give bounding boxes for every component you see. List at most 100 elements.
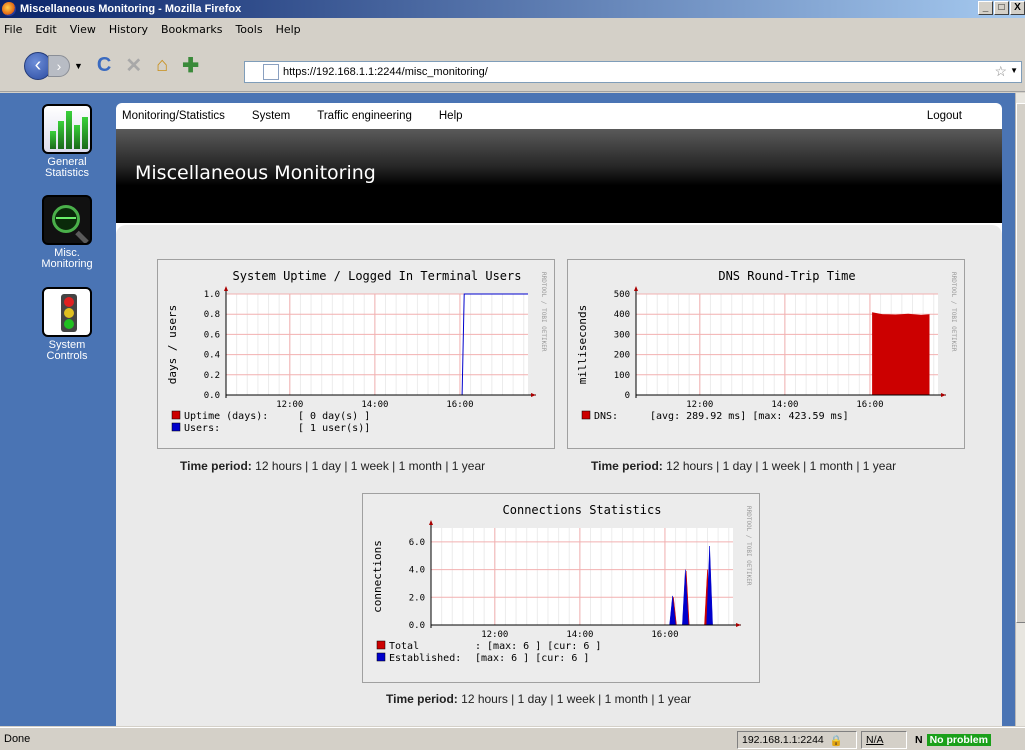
menu-bookmarks[interactable]: Bookmarks [161,23,222,36]
sidebar-label: Statistics [44,167,89,179]
legend-value: [ 0 day(s) ] [298,411,370,422]
x-axis-arrow [531,393,536,397]
lock-icon[interactable]: 🔒 [830,734,843,747]
menu-file[interactable]: File [4,23,22,36]
logout-link[interactable]: Logout [927,110,962,122]
menu-edit[interactable]: Edit [35,23,56,36]
y-axis-arrow [634,286,638,291]
forward-button[interactable]: › [48,54,70,77]
bar-chart-icon [42,104,92,154]
legend-swatch [376,640,386,650]
status-bar: Done 192.168.1.1:2244 🔒 N/A N No problem [0,727,1025,750]
connections-graph: 6.0 4.0 2.0 0.0 12:00 14:00 16:00 Connections S… [362,493,760,683]
menu-history[interactable]: History [109,23,148,36]
time-period-link-1-day[interactable]: 1 day [312,459,341,473]
time-period-link-12-hours[interactable]: 12 hours [461,692,508,706]
nav-monitoring-statistics[interactable]: Monitoring/Statistics [122,110,225,122]
menu-help[interactable]: Help [276,23,301,36]
time-period-link-1-week[interactable]: 1 week [557,692,595,706]
dns-graph: 500 400 300 200 100 0 12:00 14:00 16:00 DNS Round… [567,259,965,449]
y-axis-arrow [429,520,433,525]
y-tick-label: 400 [614,310,630,320]
x-tick-label: 14:00 [566,630,593,640]
y-tick-label: 0.2 [204,371,220,381]
y-tick-label: 500 [614,290,630,300]
scrollbar-thumb[interactable] [1016,103,1025,623]
nav-traffic-engineering[interactable]: Traffic engineering [317,110,412,122]
time-period-link-1-year[interactable]: 1 year [658,692,691,706]
minimize-button[interactable]: _ [978,1,993,15]
legend-name: DNS: [594,411,618,422]
sidebar-label: Controls [46,350,88,362]
separator: | [712,459,723,473]
time-period-link-1-year[interactable]: 1 year [452,459,485,473]
add-bookmark-icon[interactable]: ✚ [182,53,199,78]
separator: | [594,692,605,706]
legend-name: Established: [389,653,461,664]
nav-system[interactable]: System [252,110,290,122]
y-tick-label: 0.4 [204,351,220,361]
time-period-link-1-week[interactable]: 1 week [351,459,389,473]
page-title: Miscellaneous Monitoring [135,162,376,184]
y-axis-label: connections [371,540,384,613]
y-tick-label: 200 [614,351,630,361]
time-period-label: Time period: [386,692,458,706]
x-axis-arrow [941,393,946,397]
time-period-row-3: Time period: 12 hours | 1 day | 1 week |… [386,692,691,706]
series-area [872,312,930,395]
separator: | [547,692,557,706]
y-axis-arrow [224,286,228,291]
time-period-link-1-month[interactable]: 1 month [605,692,648,706]
y-tick-label: 4.0 [409,566,425,576]
reload-icon[interactable]: C [97,54,111,77]
vertical-scrollbar[interactable] [1015,93,1025,726]
legend-name: Users: [184,423,220,434]
time-period-link-1-month[interactable]: 1 month [399,459,442,473]
x-tick-label: 16:00 [446,400,473,410]
y-tick-label: 300 [614,330,630,340]
sidebar-item-system-controls[interactable]: System Controls [36,287,98,362]
url-bar[interactable]: https://192.168.1.1:2244/misc_monitoring… [244,61,1022,83]
legend-swatch [376,652,386,662]
time-period-link-1-day[interactable]: 1 day [518,692,547,706]
title-bar: Miscellaneous Monitoring - Mozilla Firef… [0,0,1025,18]
legend-swatch [581,410,591,420]
magnifier-icon [42,195,92,245]
star-icon[interactable]: ☆ [994,63,1007,80]
time-period-row-2: Time period: 12 hours | 1 day | 1 week |… [591,459,896,473]
menu-tools[interactable]: Tools [235,23,262,36]
menu-view[interactable]: View [70,23,96,36]
url-text[interactable]: https://192.168.1.1:2244/misc_monitoring… [283,66,488,78]
time-period-label: Time period: [591,459,663,473]
sidebar-item-general-statistics[interactable]: General Statistics [36,104,98,179]
rrdtool-watermark: RRDTOOL / TOBI OETIKER [950,272,957,352]
stop-icon[interactable]: ✕ [125,53,142,78]
y-axis-label: days / users [166,305,179,384]
y-tick-label: 0.0 [409,621,425,631]
uptime-graph: 1.0 0.8 0.6 0.4 0.2 0.0 12:00 14:00 16:00 System … [157,259,555,449]
menu-bar: File Edit View History Bookmarks Tools H… [0,18,1025,40]
close-button[interactable]: X [1010,1,1025,15]
separator: | [752,459,762,473]
y-tick-label: 0.0 [204,391,220,401]
x-tick-label: 12:00 [686,400,713,410]
url-dropdown-icon[interactable]: ▼ [1010,66,1018,75]
sidebar-item-misc-monitoring[interactable]: Misc. Monitoring [36,195,98,270]
y-tick-label: 2.0 [409,593,425,603]
time-period-link-1-week[interactable]: 1 week [762,459,800,473]
time-period-link-1-month[interactable]: 1 month [810,459,853,473]
uptime-chart-svg: 1.0 0.8 0.6 0.4 0.2 0.0 12:00 14:00 16:00 System … [166,269,547,434]
legend-value: [max: 6 ] [cur: 6 ] [475,653,589,664]
noscript-status[interactable]: N No problem [911,731,1021,749]
nav-help[interactable]: Help [439,110,463,122]
home-icon[interactable]: ⌂ [156,54,168,77]
maximize-button[interactable]: □ [994,1,1009,15]
status-text: Done [4,733,31,745]
time-period-link-1-year[interactable]: 1 year [863,459,896,473]
time-period-link-12-hours[interactable]: 12 hours [255,459,302,473]
x-tick-label: 16:00 [856,400,883,410]
time-period-link-12-hours[interactable]: 12 hours [666,459,713,473]
time-period-link-1-day[interactable]: 1 day [723,459,752,473]
history-dropdown-icon[interactable]: ▼ [74,61,83,71]
chart-title: DNS Round-Trip Time [718,269,855,283]
